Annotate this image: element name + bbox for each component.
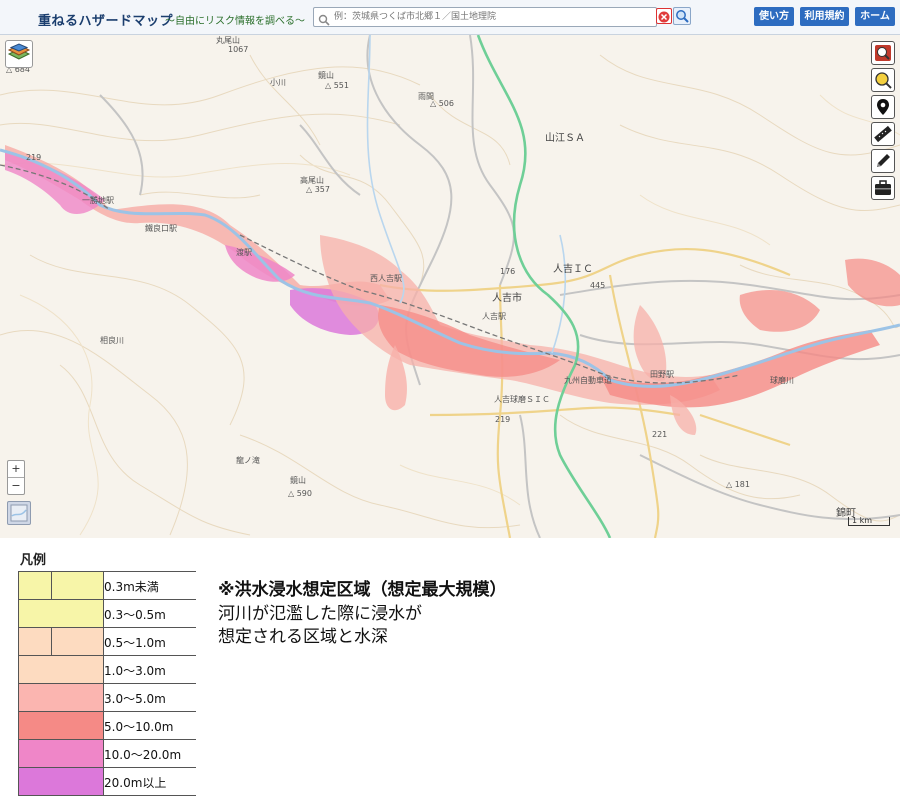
zoom-control: + − (7, 460, 25, 495)
map-thumbnail-icon (10, 504, 28, 522)
site-subtitle: ～自由にリスク情報を調べる～ (165, 16, 305, 27)
map-label: 龍ノ滝 (236, 456, 260, 465)
map-label: 1067 (228, 45, 249, 54)
search-zoom-tool-button[interactable] (871, 68, 895, 92)
map-label: 人吉駅 (482, 312, 506, 321)
map-label: 鐵良口駅 (145, 224, 177, 233)
search-zoom-icon (875, 72, 892, 89)
measure-tool-button[interactable] (871, 122, 895, 146)
legend-swatch (18, 768, 104, 795)
map-label: 山江ＳＡ (545, 133, 585, 144)
search-box (313, 7, 657, 27)
pencil-icon (877, 154, 890, 167)
legend-row: 20.0m以上 (18, 768, 196, 796)
map-label: △ 590 (288, 489, 312, 498)
ruler-icon (874, 125, 892, 143)
map-label: 人吉市 (492, 293, 522, 304)
legend-row: 5.0～10.0m (18, 712, 196, 740)
toolbox-icon (875, 180, 891, 195)
clear-search-button[interactable] (656, 8, 672, 24)
map-label: 球磨川 (770, 376, 794, 385)
map-label: 445 (590, 281, 606, 290)
search-button[interactable] (673, 7, 691, 25)
legend-row: 0.3m未満 (18, 571, 196, 600)
home-button[interactable]: ホーム (855, 7, 895, 26)
toolbox-button[interactable] (871, 176, 895, 200)
legend-title: 凡例 (20, 553, 47, 568)
hazard-map[interactable]: 丸尾山 1067 △ 684 鏡山 △ 551 雨間 △ 506 山江ＳＡ 小川… (0, 35, 900, 538)
legend-row: 0.3～0.5m (18, 600, 196, 628)
draw-tool-button[interactable] (871, 149, 895, 173)
legend-swatch (18, 600, 104, 627)
legend-label: 20.0m以上 (104, 776, 167, 790)
map-label: 田野駅 (650, 370, 674, 379)
how-to-use-button[interactable]: 使い方 (754, 7, 794, 26)
legend-label: 0.3～0.5m (104, 608, 166, 622)
scale-label: 1 km (852, 516, 873, 525)
zoom-out-button[interactable]: − (8, 477, 24, 494)
map-label: △ 506 (430, 99, 454, 108)
map-label: 西人吉駅 (370, 274, 402, 283)
map-label: 219 (495, 415, 511, 424)
map-label: 人吉球磨ＳＩＣ (494, 395, 550, 404)
base-map-button[interactable] (7, 501, 31, 525)
legend-row: 1.0～3.0m (18, 656, 196, 684)
map-label: 219 (26, 153, 42, 162)
legend-swatch (18, 740, 104, 767)
search-input[interactable] (334, 9, 650, 24)
legend-table: 0.3m未満 0.3～0.5m 0.5～1.0m 1.0～3.0m 3.0～5.0m 5.… (18, 571, 196, 796)
map-label: △ 551 (325, 81, 349, 90)
map-label: 九州自動車道 (564, 376, 612, 385)
map-label: 相良川 (100, 336, 124, 345)
site-title[interactable]: 重ねるハザードマップ (38, 10, 173, 29)
legend-swatch (18, 628, 104, 656)
legend-label: 3.0～5.0m (104, 692, 166, 706)
map-label: 176 (500, 267, 516, 276)
legend-label: 1.0～3.0m (104, 664, 166, 678)
search-icon (318, 11, 330, 26)
legend-label: 0.5～1.0m (104, 636, 166, 650)
legend-label: 10.0～20.0m (104, 748, 182, 762)
close-icon (658, 11, 670, 23)
legend-row: 10.0～20.0m (18, 740, 196, 768)
legend-swatch (18, 656, 104, 683)
map-label: 鏡山 (290, 476, 306, 485)
map-label: △ 357 (306, 185, 330, 194)
legend-row: 0.5～1.0m (18, 628, 196, 656)
legend-label: 0.3m未満 (104, 580, 159, 594)
map-label: 鏡山 (318, 71, 334, 80)
header-bar: 重ねるハザードマップ ～自由にリスク情報を調べる～ 使い方 利用規約 ホーム (0, 0, 900, 35)
legend-row: 3.0～5.0m (18, 684, 196, 712)
map-label: 人吉ＩＣ (553, 264, 593, 275)
zoom-in-button[interactable]: + (8, 461, 24, 477)
note-title: ※洪水浸水想定区域（想定最大規模） (218, 580, 507, 600)
location-tool-button[interactable] (871, 95, 895, 119)
map-label: 221 (652, 430, 668, 439)
legend-swatch (18, 712, 104, 739)
map-label: △ 181 (726, 480, 750, 489)
magnifier-icon (676, 10, 689, 23)
layers-zoom-icon (875, 45, 891, 61)
map-canvas (0, 35, 900, 538)
legend-swatch-inner (51, 628, 104, 656)
layers-icon (7, 43, 31, 60)
legend-swatch (18, 572, 104, 600)
zoom-area-tool-button[interactable] (871, 41, 895, 65)
note-line-1: 河川が氾濫した際に浸水が (218, 604, 422, 624)
note-line-2: 想定される区域と水深 (218, 627, 388, 647)
terms-button[interactable]: 利用規約 (800, 7, 849, 26)
map-label: 小川 (270, 78, 286, 87)
map-label: 渡駅 (236, 248, 252, 257)
layer-toggle-button[interactable] (5, 40, 33, 68)
pin-icon (877, 99, 889, 115)
legend-swatch (18, 684, 104, 711)
map-label: 一勝地駅 (82, 196, 114, 205)
legend-label: 5.0～10.0m (104, 720, 174, 734)
legend-swatch-inner (51, 572, 104, 600)
